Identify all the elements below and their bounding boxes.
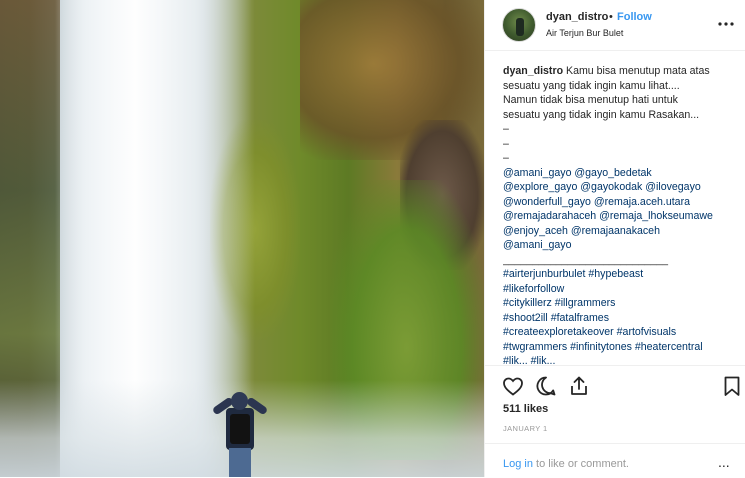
heart-icon[interactable] — [501, 374, 525, 398]
login-prompt: Log in to like or comment. — [503, 458, 629, 470]
caption-line: sesuatu yang tidak ingin kamu Rasakan... — [503, 108, 700, 121]
caption-line: – — [503, 137, 509, 150]
more-horizontal-icon[interactable] — [718, 21, 734, 27]
action-bar — [485, 365, 745, 406]
caption-divider: ____________________________ — [503, 253, 668, 266]
hashtag-line[interactable]: #createexploretakeover #artofvisuals — [503, 325, 739, 340]
avatar[interactable] — [502, 8, 536, 42]
post-header: dyan_distro • Follow Air Terjun Bur Bule… — [485, 0, 745, 51]
backpack — [230, 414, 250, 444]
share-icon[interactable] — [567, 374, 591, 398]
location-link[interactable]: Air Terjun Bur Bulet — [546, 28, 623, 38]
caption-line: – — [503, 123, 509, 135]
hashtag-line[interactable]: #citykillerz #illgrammers — [503, 296, 739, 311]
login-link[interactable]: Log in — [503, 458, 533, 470]
person-figure — [211, 392, 269, 477]
mention-line[interactable]: @wonderfull_gayo @remaja.aceh.utara — [503, 195, 739, 210]
mention-line[interactable]: @remajadarahaceh @remaja_lhokseumawe — [503, 209, 739, 224]
login-suffix: to like or comment. — [532, 458, 629, 470]
bookmark-icon[interactable] — [720, 374, 744, 398]
more-options-icon[interactable]: ... — [718, 454, 730, 470]
hashtag-line[interactable]: #likeforfollow — [503, 282, 739, 297]
hashtag-line[interactable]: #twgrammers #infinitytones #heatercentra… — [503, 340, 739, 355]
likes-count[interactable]: 511 likes — [503, 403, 548, 415]
caption-line: – — [503, 152, 509, 164]
comment-icon[interactable] — [534, 374, 558, 398]
post-photo[interactable] — [0, 0, 484, 477]
hashtag-line[interactable]: #shoot2ill #fatalframes — [503, 311, 739, 326]
hashtag-line[interactable]: #airterjunburbulet #hypebeast — [503, 267, 739, 282]
caption: dyan_distro Kamu bisa menutup mata atas … — [503, 64, 739, 364]
mention-line[interactable]: @enjoy_aceh @remajaanakaceh — [503, 224, 739, 239]
separator-dot: • — [609, 11, 613, 23]
caption-line: Kamu bisa menutup mata atas — [566, 65, 710, 77]
post-date: JANUARY 1 — [503, 424, 548, 433]
caption-line: Namun tidak bisa menutup hati untuk — [503, 94, 678, 106]
comment-footer: Log in to like or comment. ... — [485, 443, 745, 478]
username-link[interactable]: dyan_distro — [546, 11, 608, 23]
mention-line[interactable]: @explore_gayo @gayokodak @ilovegayo — [503, 180, 739, 195]
mention-line[interactable]: @amani_gayo — [503, 238, 739, 253]
post-detail-panel: dyan_distro • Follow Air Terjun Bur Bule… — [484, 0, 745, 477]
hashtag-line[interactable]: #lik... #lik... — [503, 354, 739, 364]
caption-username[interactable]: dyan_distro — [503, 65, 563, 77]
caption-line: sesuatu yang tidak ingin kamu lihat.... — [503, 79, 680, 92]
follow-button[interactable]: Follow — [617, 11, 652, 23]
mention-line[interactable]: @amani_gayo @gayo_bedetak — [503, 166, 739, 181]
